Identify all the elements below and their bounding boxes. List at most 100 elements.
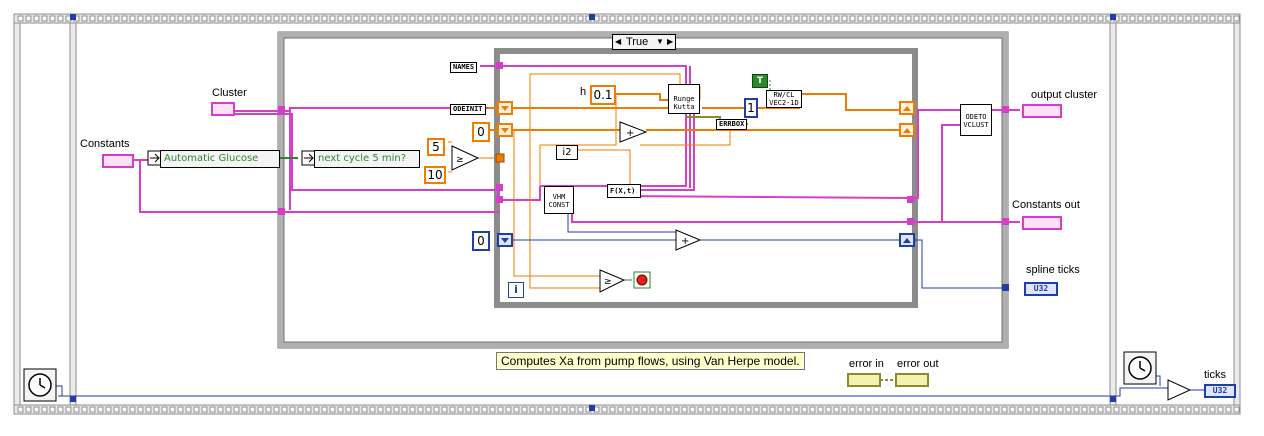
- film-perforation: [745, 406, 752, 413]
- film-perforation: [209, 406, 216, 413]
- odeto-vclust-subvi[interactable]: ODETO VCLUST: [960, 104, 992, 136]
- diagram-wires: + + ≥ ≥: [13, 13, 1241, 415]
- film-perforation: [273, 406, 280, 413]
- cluster-control[interactable]: [211, 102, 235, 116]
- film-perforation: [81, 15, 88, 22]
- film-perforation: [337, 406, 344, 413]
- film-perforation: [873, 15, 880, 22]
- film-perforation: [1025, 15, 1032, 22]
- h-constant[interactable]: 0.1: [590, 85, 616, 105]
- film-perforation: [385, 15, 392, 22]
- ten-constant[interactable]: 10: [424, 166, 446, 184]
- film-perforation: [753, 15, 760, 22]
- runge-kutta-subvi[interactable]: Runge Kutta: [668, 84, 700, 114]
- film-perforation: [1145, 15, 1152, 22]
- film-perforation: [265, 15, 272, 22]
- svg-text:≥: ≥: [456, 155, 464, 165]
- block-diagram: + + ≥ ≥ ◀ True ▼ ▶ Cluster Constants out…: [0, 0, 1264, 436]
- film-perforation: [385, 406, 392, 413]
- film-perforation: [289, 15, 296, 22]
- film-perforation: [401, 15, 408, 22]
- true-constant[interactable]: T: [752, 74, 768, 88]
- film-perforation: [169, 406, 176, 413]
- zero-constant-a[interactable]: 0: [472, 122, 490, 142]
- film-perforation: [33, 406, 40, 413]
- film-perforation: [481, 406, 488, 413]
- case-prev-icon[interactable]: ◀: [615, 35, 621, 49]
- film-perforation: [737, 406, 744, 413]
- case-dropdown-icon[interactable]: ▼: [656, 35, 664, 49]
- film-perforation: [129, 15, 136, 22]
- film-perforation: [929, 406, 936, 413]
- zero-constant-b[interactable]: 0: [472, 231, 490, 251]
- film-perforation: [1161, 15, 1168, 22]
- ticks-indicator[interactable]: U32: [1204, 384, 1236, 398]
- film-perforation: [281, 15, 288, 22]
- case-next-icon[interactable]: ▶: [667, 35, 673, 49]
- next-cycle-ring[interactable]: next cycle 5 min?: [314, 150, 420, 168]
- film-perforation: [649, 15, 656, 22]
- film-perforation: [1225, 15, 1232, 22]
- film-perforation: [417, 15, 424, 22]
- automatic-glucose-ring[interactable]: Automatic Glucose: [160, 150, 280, 168]
- film-perforation: [345, 406, 352, 413]
- film-perforation: [1185, 15, 1192, 22]
- film-perforation: [193, 15, 200, 22]
- film-perforation: [409, 15, 416, 22]
- film-perforation: [737, 15, 744, 22]
- film-perforation: [1049, 15, 1056, 22]
- film-perforation: [529, 15, 536, 22]
- film-perforation: [313, 15, 320, 22]
- film-perforation: [1049, 406, 1056, 413]
- constants-control[interactable]: [102, 154, 134, 168]
- film-perforation: [97, 406, 104, 413]
- film-perforation: [1073, 406, 1080, 413]
- film-perforation: [985, 406, 992, 413]
- film-perforation: [1185, 406, 1192, 413]
- film-perforation: [409, 406, 416, 413]
- film-perforation: [857, 15, 864, 22]
- film-perforation: [153, 15, 160, 22]
- output-cluster-indicator[interactable]: [1022, 104, 1062, 118]
- film-perforation: [769, 406, 776, 413]
- vhm-const-subvi[interactable]: VHM CONST: [544, 186, 574, 214]
- film-perforation: [697, 406, 704, 413]
- film-perforation: [761, 406, 768, 413]
- film-perforation: [569, 406, 576, 413]
- case-selector[interactable]: ◀ True ▼ ▶: [612, 34, 676, 50]
- film-perforation: [465, 406, 472, 413]
- film-perforation: [1041, 15, 1048, 22]
- film-perforation: [617, 406, 624, 413]
- film-perforation: [329, 15, 336, 22]
- film-perforation: [617, 15, 624, 22]
- film-perforation: [449, 406, 456, 413]
- film-perforation: [809, 406, 816, 413]
- film-perforation: [33, 15, 40, 22]
- film-perforation: [673, 406, 680, 413]
- film-perforation: [177, 406, 184, 413]
- film-perforation: [489, 15, 496, 22]
- film-perforation: [537, 15, 544, 22]
- constants-out-indicator[interactable]: [1022, 216, 1062, 230]
- film-perforation: [241, 406, 248, 413]
- film-perforation: [801, 15, 808, 22]
- five-constant[interactable]: 5: [427, 138, 445, 156]
- film-perforation: [625, 406, 632, 413]
- film-perforation: [729, 406, 736, 413]
- film-perforation: [769, 15, 776, 22]
- film-perforation: [497, 406, 504, 413]
- film-perforation: [1065, 15, 1072, 22]
- case-selector-value: True: [626, 36, 649, 48]
- film-perforation: [361, 15, 368, 22]
- film-perforation: [609, 406, 616, 413]
- film-perforation: [1025, 406, 1032, 413]
- film-perforation: [817, 406, 824, 413]
- film-perforation: [265, 406, 272, 413]
- rw-cl-subvi[interactable]: RW/CL VEC2-1D: [766, 90, 802, 108]
- spline-ticks-indicator[interactable]: U32: [1024, 282, 1058, 296]
- film-perforation: [977, 15, 984, 22]
- film-perforation: [137, 15, 144, 22]
- film-perforation: [57, 406, 64, 413]
- one-constant[interactable]: 1: [744, 98, 758, 118]
- film-perforation: [993, 406, 1000, 413]
